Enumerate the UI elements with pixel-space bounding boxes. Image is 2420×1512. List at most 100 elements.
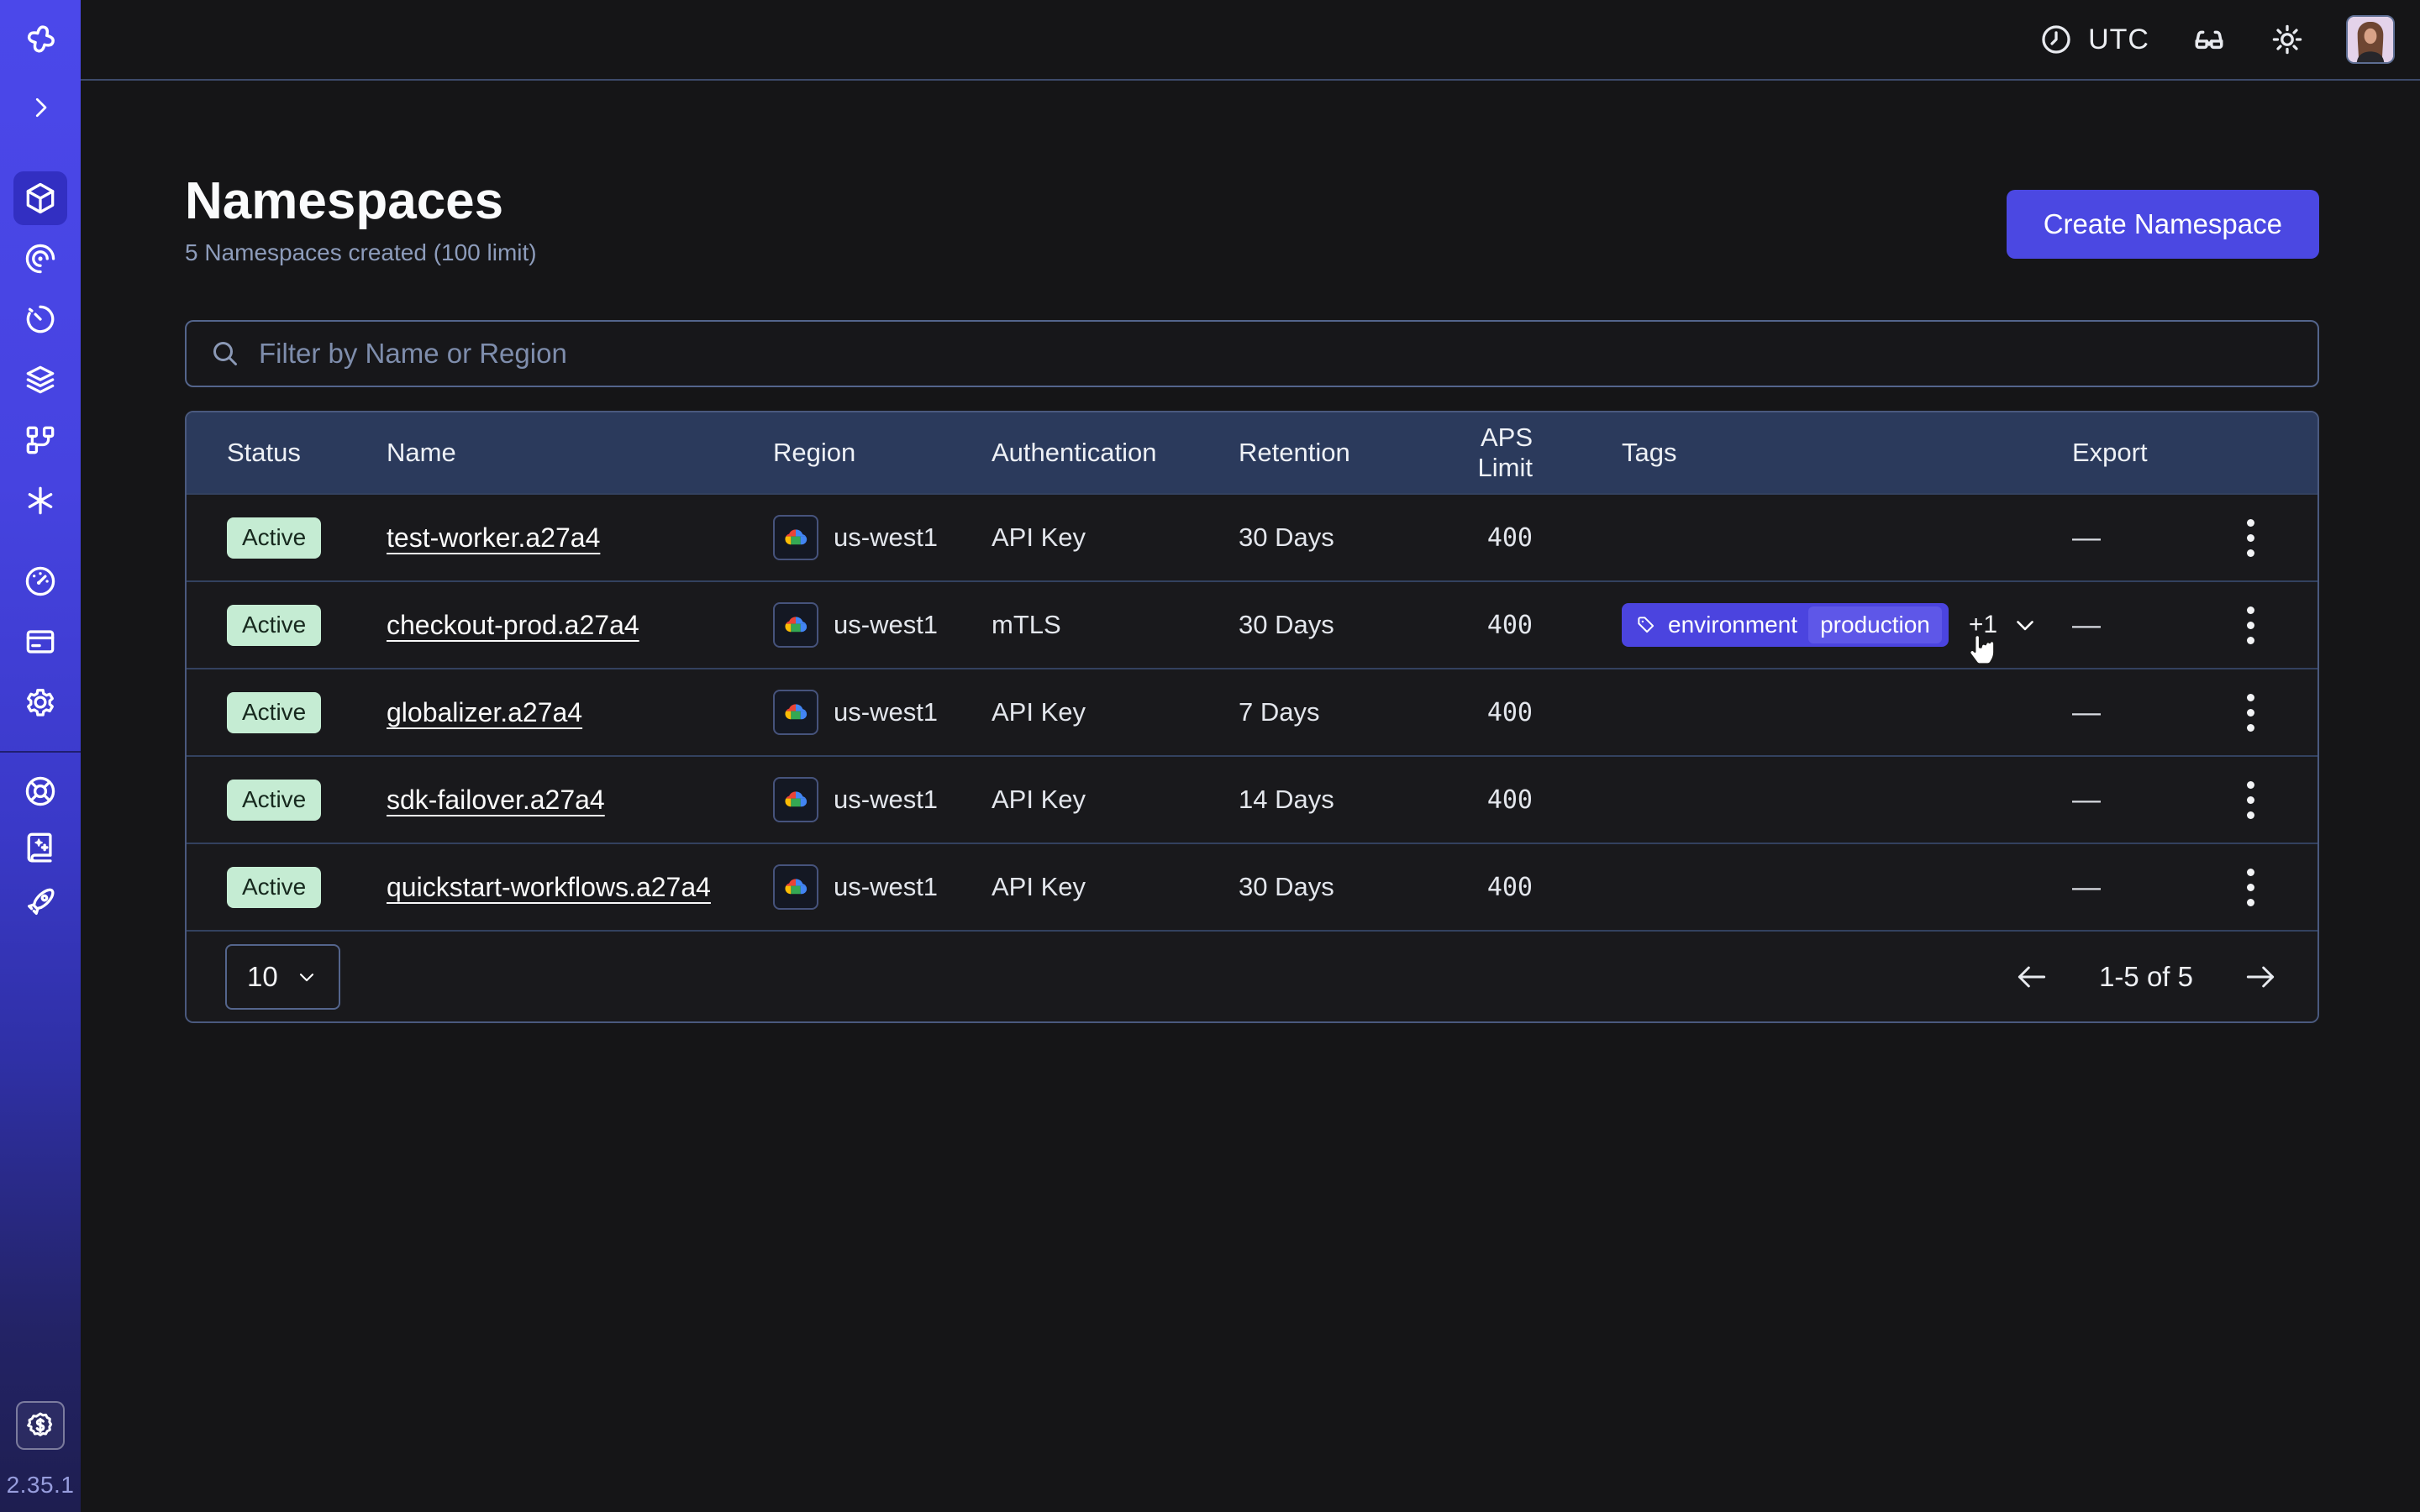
gcp-cloud-icon — [773, 864, 818, 910]
sidebar-item-layers-icon[interactable] — [13, 353, 67, 407]
sidebar-item-cube-icon[interactable] — [13, 171, 67, 225]
sun-icon — [2269, 21, 2306, 58]
sidebar-item-asterisk-icon[interactable] — [13, 474, 67, 528]
sidebar-item-gear-icon[interactable] — [13, 675, 67, 729]
row-menu-button[interactable] — [2232, 768, 2269, 832]
table-row[interactable]: Active checkout-prod.a27a4 us-west1 mTLS… — [187, 580, 2317, 668]
col-export: Export — [2072, 438, 2281, 468]
topbar: UTC — [81, 0, 2420, 81]
retention-value: 14 Days — [1239, 785, 1432, 815]
sidebar-item-branch-icon[interactable] — [13, 413, 67, 467]
table-row[interactable]: Active sdk-failover.a27a4 us-west1 API K… — [187, 755, 2317, 843]
auth-value: mTLS — [992, 610, 1239, 640]
gcp-cloud-icon — [773, 777, 818, 822]
page-size-select[interactable]: 10 — [225, 944, 340, 1010]
region-label: us-west1 — [834, 522, 938, 553]
clock-icon — [2038, 21, 2075, 58]
user-avatar[interactable] — [2346, 15, 2395, 64]
table-footer: 10 1-5 of 5 — [187, 930, 2317, 1021]
export-value: — — [2072, 609, 2101, 642]
tag-pill[interactable]: environment production — [1622, 603, 1949, 647]
filter-input[interactable] — [259, 338, 2296, 370]
sidebar-divider — [0, 751, 81, 753]
sidebar-bottom: 2.35.1 — [7, 1401, 75, 1512]
page-subtitle: 5 Namespaces created (100 limit) — [185, 239, 537, 266]
retention-value: 7 Days — [1239, 697, 1432, 727]
table-row[interactable]: Active globalizer.a27a4 us-west1 API Key… — [187, 668, 2317, 755]
auth-value: API Key — [992, 697, 1239, 727]
region-label: us-west1 — [834, 610, 938, 640]
page-header: Namespaces 5 Namespaces created (100 lim… — [185, 171, 2319, 266]
auth-value: API Key — [992, 785, 1239, 815]
sidebar-nav-account — [13, 554, 67, 729]
status-badge: Active — [227, 605, 321, 646]
sidebar-item-spiral-icon[interactable] — [13, 232, 67, 286]
table-row[interactable]: Active quickstart-workflows.a27a4 us-wes… — [187, 843, 2317, 930]
auth-value: API Key — [992, 872, 1239, 902]
namespace-link[interactable]: sdk-failover.a27a4 — [387, 785, 605, 815]
col-region: Region — [773, 438, 992, 468]
row-menu-button[interactable] — [2232, 506, 2269, 570]
app-root: 2.35.1 UTC Namespaces 5 Names — [0, 0, 2420, 1512]
page-title: Namespaces — [185, 171, 537, 231]
region-label: us-west1 — [834, 785, 938, 815]
theme-toggle-button[interactable] — [2269, 21, 2306, 58]
temporal-logo-icon — [13, 18, 67, 66]
table-row[interactable]: Active test-worker.a27a4 us-west1 API Ke… — [187, 493, 2317, 580]
tag-icon — [1635, 614, 1657, 636]
aps-value: 400 — [1432, 785, 1533, 815]
sidebar-item-gauge-icon[interactable] — [13, 554, 67, 608]
gcp-cloud-icon — [773, 602, 818, 648]
aps-value: 400 — [1432, 698, 1533, 727]
tag-value: production — [1808, 606, 1942, 643]
tags-cell: environment production +1 — [1533, 603, 2072, 647]
pagination-range: 1-5 of 5 — [2099, 961, 2193, 993]
credits-button[interactable] — [16, 1401, 65, 1450]
chevron-down-icon — [295, 965, 318, 989]
row-menu-button[interactable] — [2232, 593, 2269, 657]
export-value: — — [2072, 522, 2101, 554]
namespace-link[interactable]: checkout-prod.a27a4 — [387, 610, 639, 640]
region-label: us-west1 — [834, 872, 938, 902]
table-header-row: Status Name Region Authentication Retent… — [187, 412, 2317, 493]
app-version: 2.35.1 — [7, 1472, 75, 1499]
sidebar-item-rocket-icon[interactable] — [13, 875, 67, 929]
page-size-value: 10 — [247, 961, 278, 993]
pagination-controls: 1-5 of 5 — [2013, 958, 2279, 995]
next-page-button[interactable] — [2242, 958, 2279, 995]
tag-key: environment — [1668, 612, 1797, 638]
sidebar-item-timer-icon[interactable] — [13, 292, 67, 346]
status-badge: Active — [227, 517, 321, 559]
namespace-link[interactable]: quickstart-workflows.a27a4 — [387, 872, 711, 902]
glasses-icon — [2190, 20, 2228, 59]
search-icon — [208, 337, 242, 370]
auth-value: API Key — [992, 522, 1239, 553]
col-status: Status — [227, 438, 387, 468]
prev-page-button[interactable] — [2013, 958, 2050, 995]
col-tags: Tags — [1533, 438, 2072, 468]
namespace-link[interactable]: test-worker.a27a4 — [387, 522, 600, 553]
namespace-link[interactable]: globalizer.a27a4 — [387, 697, 582, 727]
retention-value: 30 Days — [1239, 872, 1432, 902]
sidebar-nav-help — [13, 764, 67, 929]
timezone-label: UTC — [2088, 24, 2149, 56]
arrow-left-icon — [2013, 958, 2050, 995]
row-menu-button[interactable] — [2232, 680, 2269, 744]
sidebar-item-life-ring-icon[interactable] — [13, 764, 67, 818]
retention-value: 30 Days — [1239, 522, 1432, 553]
status-badge: Active — [227, 867, 321, 908]
sidebar-item-book-sparkle-icon[interactable] — [13, 820, 67, 874]
timezone-button[interactable]: UTC — [2038, 21, 2149, 58]
aps-value: 400 — [1432, 611, 1533, 640]
row-menu-button[interactable] — [2232, 855, 2269, 919]
col-aps-limit: APS Limit — [1432, 423, 1533, 483]
create-namespace-button[interactable]: Create Namespace — [2007, 190, 2319, 259]
export-value: — — [2072, 784, 2101, 816]
sidebar: 2.35.1 — [0, 0, 81, 1512]
export-value: — — [2072, 696, 2101, 729]
sidebar-expand-button[interactable] — [13, 81, 67, 134]
glasses-button[interactable] — [2190, 20, 2228, 59]
sidebar-item-billing-icon[interactable] — [13, 615, 67, 669]
tags-expand-chevron-icon[interactable] — [2011, 611, 2039, 639]
export-value: — — [2072, 871, 2101, 904]
